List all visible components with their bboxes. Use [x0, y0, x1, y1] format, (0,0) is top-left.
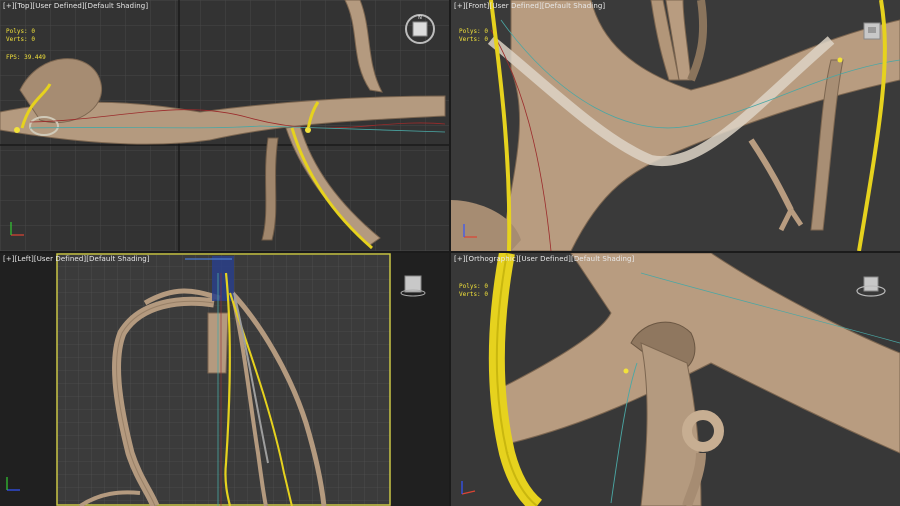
verts-value: 0 [484, 291, 488, 298]
svg-text:N: N [418, 15, 422, 21]
polys-label: Polys: [459, 283, 481, 290]
viewport-orthographic-stats: Polys: 0 Verts: 0 [459, 283, 488, 299]
fps-label: FPS: [6, 54, 21, 61]
viewport-top[interactable]: [+][Top][User Defined][Default Shading] … [0, 0, 449, 251]
viewport-left-label[interactable]: [+][Left][User Defined][Default Shading] [3, 255, 150, 263]
viewport-ortho-mode-menu[interactable]: [User Defined] [519, 255, 571, 263]
viewport-top-plus-menu[interactable]: [+] [3, 2, 15, 10]
axis-gizmo-icon [10, 222, 24, 236]
viewport-orthographic[interactable]: [+][Orthographic][User Defined][Default … [451, 253, 900, 506]
viewport-front-view-menu[interactable]: [Front] [466, 2, 490, 10]
verts-value: 0 [484, 36, 488, 43]
viewcube-icon[interactable] [855, 271, 887, 303]
polys-label: Polys: [6, 28, 28, 35]
viewport-top-label[interactable]: [+][Top][User Defined][Default Shading] [3, 2, 148, 10]
polys-value: 0 [484, 28, 488, 35]
viewcube-icon[interactable]: N [403, 12, 437, 46]
viewport-left-mode-menu[interactable]: [User Defined] [34, 255, 86, 263]
axis-gizmo-icon [461, 481, 476, 495]
axis-gizmo-icon [463, 224, 477, 238]
fps-value: 39.449 [24, 54, 46, 61]
viewport-front-mode-menu[interactable]: [User Defined] [490, 2, 542, 10]
viewport-left-view-menu[interactable]: [Left] [15, 255, 34, 263]
polys-value: 0 [31, 28, 35, 35]
verts-label: Verts: [6, 36, 28, 43]
verts-label: Verts: [459, 291, 481, 298]
viewport-left-plus-menu[interactable]: [+] [3, 255, 15, 263]
viewcube-icon[interactable] [859, 18, 885, 44]
viewport-ortho-shading-menu[interactable]: [Default Shading] [571, 255, 634, 263]
viewport-front-stats: Polys: 0 Verts: 0 [459, 28, 488, 44]
viewport-ortho-plus-menu[interactable]: [+] [454, 255, 466, 263]
viewport-front-scene [451, 0, 900, 251]
verts-value: 0 [31, 36, 35, 43]
viewport-front-plus-menu[interactable]: [+] [454, 2, 466, 10]
viewport-top-stats: Polys: 0 Verts: 0 FPS: 39.449 [6, 28, 46, 62]
viewport-front-shading-menu[interactable]: [Default Shading] [542, 2, 605, 10]
viewport-top-scene [0, 0, 449, 251]
viewport-left-shading-menu[interactable]: [Default Shading] [86, 255, 149, 263]
viewport-ortho-view-menu[interactable]: [Orthographic] [466, 255, 519, 263]
viewport-front[interactable]: [+][Front][User Defined][Default Shading… [451, 0, 900, 251]
viewcube-icon[interactable] [400, 271, 426, 297]
viewport-left-scene [0, 253, 449, 506]
verts-label: Verts: [459, 36, 481, 43]
viewport-front-label[interactable]: [+][Front][User Defined][Default Shading… [454, 2, 605, 10]
viewport-top-mode-menu[interactable]: [User Defined] [32, 2, 84, 10]
viewport-top-shading-menu[interactable]: [Default Shading] [85, 2, 148, 10]
viewport-orthographic-label[interactable]: [+][Orthographic][User Defined][Default … [454, 255, 634, 263]
polys-label: Polys: [459, 28, 481, 35]
viewport-top-view-menu[interactable]: [Top] [15, 2, 33, 10]
polys-value: 0 [484, 283, 488, 290]
axis-gizmo-icon [6, 477, 20, 491]
viewport-left[interactable]: [+][Left][User Defined][Default Shading] [0, 253, 449, 506]
viewport-orthographic-scene [451, 253, 900, 506]
